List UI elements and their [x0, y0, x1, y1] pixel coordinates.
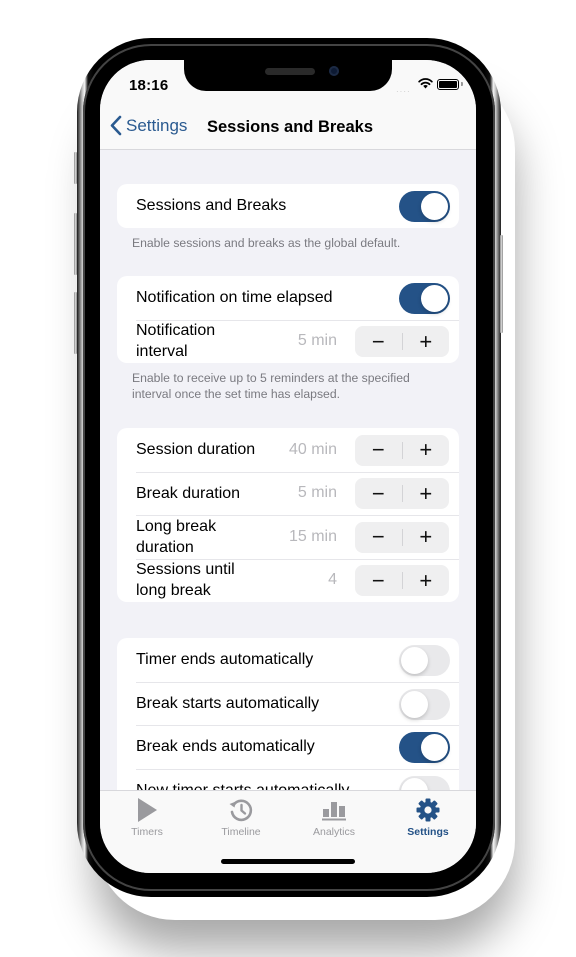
sessions-breaks-row: Sessions and Breaks: [117, 184, 459, 228]
session-duration-value: 40 min: [288, 440, 337, 458]
settings-list[interactable]: Sessions and Breaks Enable sessions and …: [100, 151, 476, 791]
notification-interval-row: Notification interval 5 min − +: [117, 319, 459, 364]
volume-down-button: [74, 292, 77, 354]
global-footnote: Enable sessions and breaks as the global…: [132, 236, 401, 250]
battery-icon: [437, 79, 459, 90]
break-starts-label: Break starts automatically: [136, 694, 320, 712]
decrement-button[interactable]: −: [355, 565, 402, 596]
notification-toggle[interactable]: [399, 283, 450, 314]
back-label: Settings: [126, 115, 188, 135]
increment-button[interactable]: +: [403, 522, 450, 553]
decrement-button[interactable]: −: [355, 435, 402, 466]
back-button[interactable]: Settings: [110, 115, 187, 136]
notification-interval-value: 5 min: [297, 332, 337, 350]
silent-switch: [74, 152, 77, 184]
break-starts-toggle[interactable]: [399, 688, 450, 720]
chevron-left-icon: [110, 115, 122, 136]
navigation-bar: Settings Sessions and Breaks: [100, 104, 476, 150]
notification-group: Notification on time elapsed Notificatio…: [117, 276, 459, 363]
new-timer-starts-toggle[interactable]: [399, 775, 450, 791]
automation-row: Timer ends automatically: [117, 638, 459, 682]
increment-button[interactable]: +: [403, 478, 450, 509]
automation-group: Timer ends automatically Break starts au…: [117, 638, 459, 791]
duration-row: Break duration 5 min − +: [117, 471, 459, 516]
session-duration-stepper: − +: [355, 434, 450, 466]
notch: [184, 60, 392, 91]
sessions-until-long-break-value: 4: [328, 571, 337, 589]
notification-interval-stepper: − +: [355, 326, 449, 357]
break-ends-label: Break ends automatically: [136, 738, 315, 756]
tab-label: Analytics: [312, 826, 355, 838]
duration-row: Sessions until long break 4 − +: [117, 558, 459, 603]
notification-interval-label: Notification interval: [136, 322, 216, 361]
gear-icon: [416, 798, 440, 822]
automation-row: New timer starts automatically: [117, 768, 459, 791]
tab-analytics[interactable]: Analytics: [294, 796, 374, 838]
increment-button[interactable]: +: [403, 565, 450, 596]
volume-up-button: [74, 213, 77, 275]
decrement-button[interactable]: −: [355, 478, 402, 509]
front-camera: [329, 66, 339, 76]
sessions-until-long-break-label: Sessions until long break: [136, 561, 235, 600]
home-indicator[interactable]: [221, 859, 355, 864]
screen: 18:16 ···· Settings Sessions and Breaks …: [100, 60, 476, 873]
status-time: 18:16: [129, 77, 169, 94]
break-duration-value: 5 min: [297, 484, 337, 502]
bar-chart-icon: [322, 802, 346, 821]
durations-group: Session duration 40 min − + Break durati…: [117, 428, 459, 602]
decrement-button[interactable]: −: [355, 522, 402, 553]
global-group: Sessions and Breaks: [117, 184, 459, 228]
speaker: [265, 68, 315, 75]
notification-toggle-label: Notification on time elapsed: [136, 289, 333, 307]
automation-row: Break ends automatically: [117, 725, 459, 769]
tab-settings[interactable]: Settings: [388, 796, 468, 838]
tab-label: Timeline: [221, 826, 261, 838]
long-break-duration-label: Long break duration: [136, 517, 217, 556]
tab-timers[interactable]: Timers: [107, 796, 187, 838]
notification-footnote: Enable to receive up to 5 reminders at t…: [132, 371, 410, 401]
tab-label: Timers: [131, 826, 163, 838]
sessions-until-long-break-stepper: − +: [355, 565, 449, 596]
increment-button[interactable]: +: [403, 435, 450, 466]
decrement-button[interactable]: −: [355, 326, 402, 357]
break-ends-toggle[interactable]: [399, 732, 450, 763]
power-button: [500, 235, 503, 333]
battery-tip: [461, 82, 463, 86]
timer-ends-toggle[interactable]: [399, 645, 450, 676]
wifi-icon: [418, 78, 433, 89]
sessions-breaks-label: Sessions and Breaks: [136, 197, 287, 215]
signal-icon: ····: [396, 87, 411, 96]
play-icon: [138, 798, 157, 822]
tab-timeline[interactable]: Timeline: [201, 796, 281, 838]
duration-row: Long break duration 15 min − +: [117, 515, 459, 559]
notification-toggle-row: Notification on time elapsed: [117, 276, 459, 320]
long-break-duration-value: 15 min: [288, 527, 337, 545]
session-duration-label: Session duration: [136, 441, 256, 459]
increment-button[interactable]: +: [403, 326, 450, 357]
page-title: Sessions and Breaks: [207, 118, 373, 136]
duration-row: Session duration 40 min − +: [117, 428, 459, 472]
break-duration-stepper: − +: [355, 478, 449, 509]
long-break-duration-stepper: − +: [355, 521, 450, 553]
break-duration-label: Break duration: [136, 484, 241, 502]
history-icon: [229, 799, 253, 822]
sessions-breaks-toggle[interactable]: [399, 191, 450, 222]
timer-ends-label: Timer ends automatically: [136, 651, 314, 669]
automation-row: Break starts automatically: [117, 681, 459, 726]
tab-label: Settings: [407, 826, 449, 838]
